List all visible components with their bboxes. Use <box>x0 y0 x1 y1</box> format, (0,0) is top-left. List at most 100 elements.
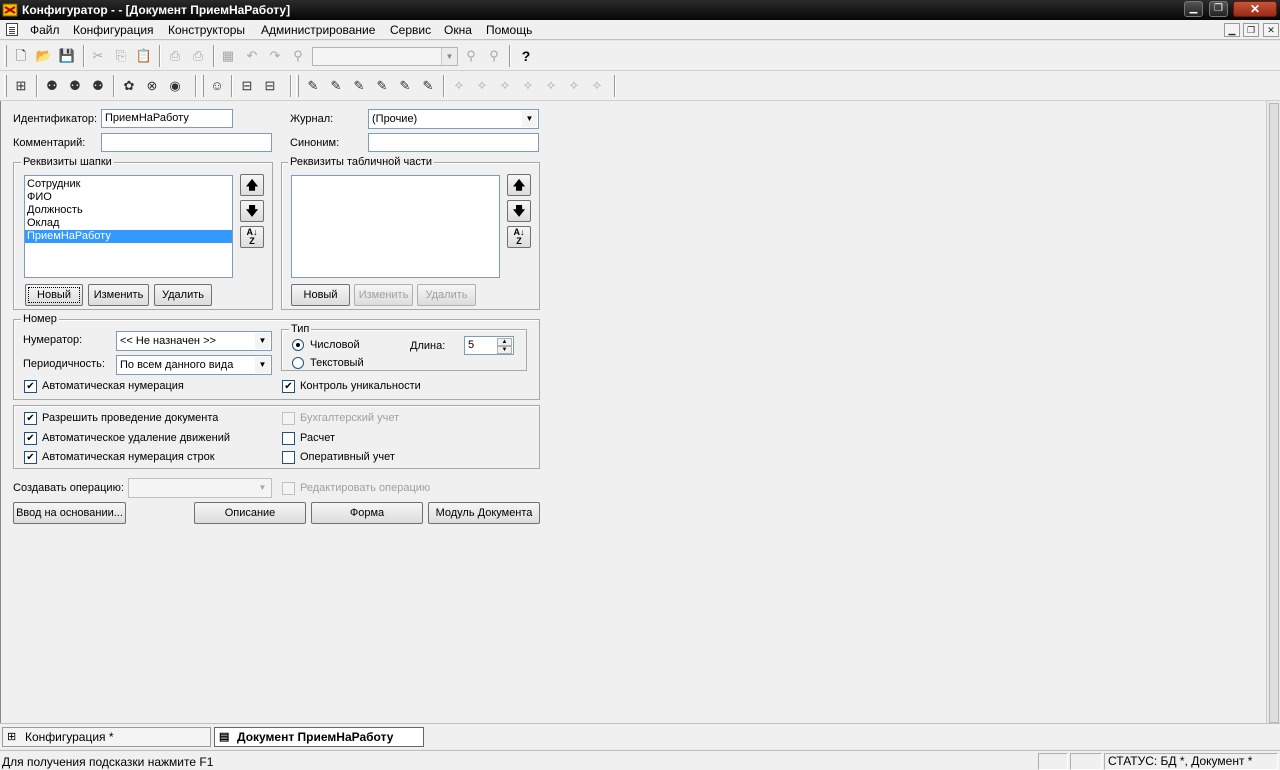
auto-row-numbering-checkbox[interactable]: ✔ <box>24 451 37 464</box>
minimize-button[interactable]: ▁ <box>1184 1 1203 17</box>
auto-numbering-checkbox[interactable]: ✔ <box>24 380 37 393</box>
uniqueness-checkbox[interactable]: ✔ <box>282 380 295 393</box>
toolbar-grip[interactable] <box>201 75 204 97</box>
type-text-radio[interactable] <box>292 357 304 369</box>
wizard-3-icon[interactable]: ✎ <box>349 76 369 96</box>
vertical-scrollbar[interactable] <box>1266 101 1280 723</box>
chevron-down-icon[interactable]: ▼ <box>255 333 270 349</box>
table-edit-2-icon[interactable]: ⊟ <box>260 76 280 96</box>
help-icon[interactable]: ? <box>516 46 536 66</box>
menu-windows[interactable]: Окна <box>444 23 472 37</box>
find-prev-icon[interactable]: ⚲ <box>484 46 504 66</box>
chevron-down-icon[interactable]: ▼ <box>441 48 457 65</box>
undo-icon[interactable]: ↶ <box>242 46 262 66</box>
wizard-4-icon[interactable]: ✎ <box>372 76 392 96</box>
tab-configuration[interactable]: ⊞ Конфигурация * <box>2 727 211 747</box>
new-file-icon[interactable]: 🗋 <box>11 46 31 66</box>
list-item[interactable]: Сотрудник <box>25 178 232 191</box>
document-system-menu-icon[interactable] <box>6 23 18 36</box>
calculation-checkbox[interactable] <box>282 432 295 445</box>
stop-icon[interactable]: ⊗ <box>142 76 162 96</box>
table-edit-button[interactable]: Изменить <box>354 284 413 306</box>
wizard-5-icon[interactable]: ✎ <box>395 76 415 96</box>
print-icon[interactable]: ⎙ <box>165 46 185 66</box>
print-preview-icon[interactable]: ⎙ <box>188 46 208 66</box>
operational-checkbox[interactable] <box>282 451 295 464</box>
wizard-6-icon[interactable]: ✎ <box>418 76 438 96</box>
journal-select[interactable]: (Прочие) ▼ <box>368 109 539 129</box>
allow-posting-checkbox[interactable]: ✔ <box>24 412 37 425</box>
search-combo[interactable]: ▼ <box>312 47 458 66</box>
tab-document[interactable]: ▤ Документ ПриемНаРаботу <box>214 727 424 747</box>
move-up-icon[interactable]: 🡅 <box>240 174 264 196</box>
restore-button[interactable]: ❐ <box>1209 1 1228 17</box>
move-up-icon[interactable]: 🡅 <box>507 174 531 196</box>
config-tree-icon[interactable]: ⊞ <box>11 76 31 96</box>
magic-wand-4-icon[interactable]: ✧ <box>518 76 538 96</box>
chevron-down-icon[interactable]: ▼ <box>255 480 270 496</box>
move-down-icon[interactable]: 🡇 <box>240 200 264 222</box>
properties-icon[interactable]: ▦ <box>218 46 238 66</box>
numerator-select[interactable]: << Не назначен >> ▼ <box>116 331 272 351</box>
redo-icon[interactable]: ↷ <box>265 46 285 66</box>
open-folder-icon[interactable]: 📂 <box>34 46 54 66</box>
find-binoculars-icon[interactable]: ⚲ <box>288 46 308 66</box>
menu-configuration[interactable]: Конфигурация <box>73 23 154 37</box>
wizard-2-icon[interactable]: ✎ <box>326 76 346 96</box>
debugger-person-icon[interactable]: ☺ <box>207 76 227 96</box>
menu-administration[interactable]: Администрирование <box>261 23 375 37</box>
wizard-icon[interactable]: ✎ <box>303 76 323 96</box>
chevron-down-icon[interactable]: ▼ <box>255 357 270 373</box>
toolbar-grip[interactable] <box>4 45 7 67</box>
magic-wand-2-icon[interactable]: ✧ <box>472 76 492 96</box>
table-attributes-list[interactable] <box>291 175 500 278</box>
mdi-minimize-button[interactable]: ▁ <box>1224 23 1240 37</box>
list-item[interactable]: Оклад <box>25 217 232 230</box>
user-rights-icon[interactable]: ⚉ <box>65 76 85 96</box>
magic-wand-7-icon[interactable]: ✧ <box>587 76 607 96</box>
list-item[interactable]: ФИО <box>25 191 232 204</box>
save-icon[interactable]: 💾 <box>57 46 77 66</box>
colorful-object-icon[interactable]: ✿ <box>119 76 139 96</box>
auto-delete-movements-checkbox[interactable]: ✔ <box>24 432 37 445</box>
edit-operation-checkbox[interactable] <box>282 482 295 495</box>
table-edit-icon[interactable]: ⊟ <box>237 76 257 96</box>
sort-az-icon[interactable]: A↓ Z <box>240 226 264 248</box>
magic-wand-3-icon[interactable]: ✧ <box>495 76 515 96</box>
mdi-close-button[interactable]: ✕ <box>1263 23 1279 37</box>
stepper-up-icon[interactable]: ▲ <box>497 338 512 346</box>
chevron-down-icon[interactable]: ▼ <box>522 111 537 127</box>
synonym-input[interactable] <box>368 133 539 152</box>
users-icon[interactable]: ⚉ <box>42 76 62 96</box>
header-delete-button[interactable]: Удалить <box>154 284 212 306</box>
copy-icon[interactable]: ⎘ <box>111 46 131 66</box>
paste-icon[interactable]: 📋 <box>134 46 154 66</box>
periodicity-select[interactable]: По всем данного вида ▼ <box>116 355 272 375</box>
toolbar-grip[interactable] <box>296 75 299 97</box>
description-button[interactable]: Описание <box>194 502 306 524</box>
menu-file[interactable]: Файл <box>30 23 60 37</box>
mdi-restore-button[interactable]: ❐ <box>1243 23 1259 37</box>
close-button[interactable]: ✕ <box>1233 1 1277 17</box>
menu-constructors[interactable]: Конструкторы <box>168 23 245 37</box>
sort-az-icon[interactable]: A↓ Z <box>507 226 531 248</box>
roles-icon[interactable]: ⚉ <box>88 76 108 96</box>
move-down-icon[interactable]: 🡇 <box>507 200 531 222</box>
header-edit-button[interactable]: Изменить <box>88 284 149 306</box>
toolbar-grip[interactable] <box>4 75 7 97</box>
length-stepper[interactable]: 5 ▲ ▼ <box>464 336 514 355</box>
magic-wand-icon[interactable]: ✧ <box>449 76 469 96</box>
table-delete-button[interactable]: Удалить <box>417 284 476 306</box>
menu-help[interactable]: Помощь <box>486 23 532 37</box>
comment-input[interactable] <box>101 133 272 152</box>
table-new-button[interactable]: Новый <box>291 284 350 306</box>
type-numeric-radio[interactable] <box>292 339 304 351</box>
magic-wand-5-icon[interactable]: ✧ <box>541 76 561 96</box>
create-operation-select[interactable]: ▼ <box>128 478 272 498</box>
run-icon[interactable]: ◉ <box>165 76 185 96</box>
scrollbar-thumb[interactable] <box>1269 103 1279 723</box>
based-on-button[interactable]: Ввод на основании... <box>13 502 126 524</box>
form-button[interactable]: Форма <box>311 502 423 524</box>
stepper-down-icon[interactable]: ▼ <box>497 346 512 354</box>
header-attributes-list[interactable]: Сотрудник ФИО Должность Оклад ПриемНаРаб… <box>24 175 233 278</box>
